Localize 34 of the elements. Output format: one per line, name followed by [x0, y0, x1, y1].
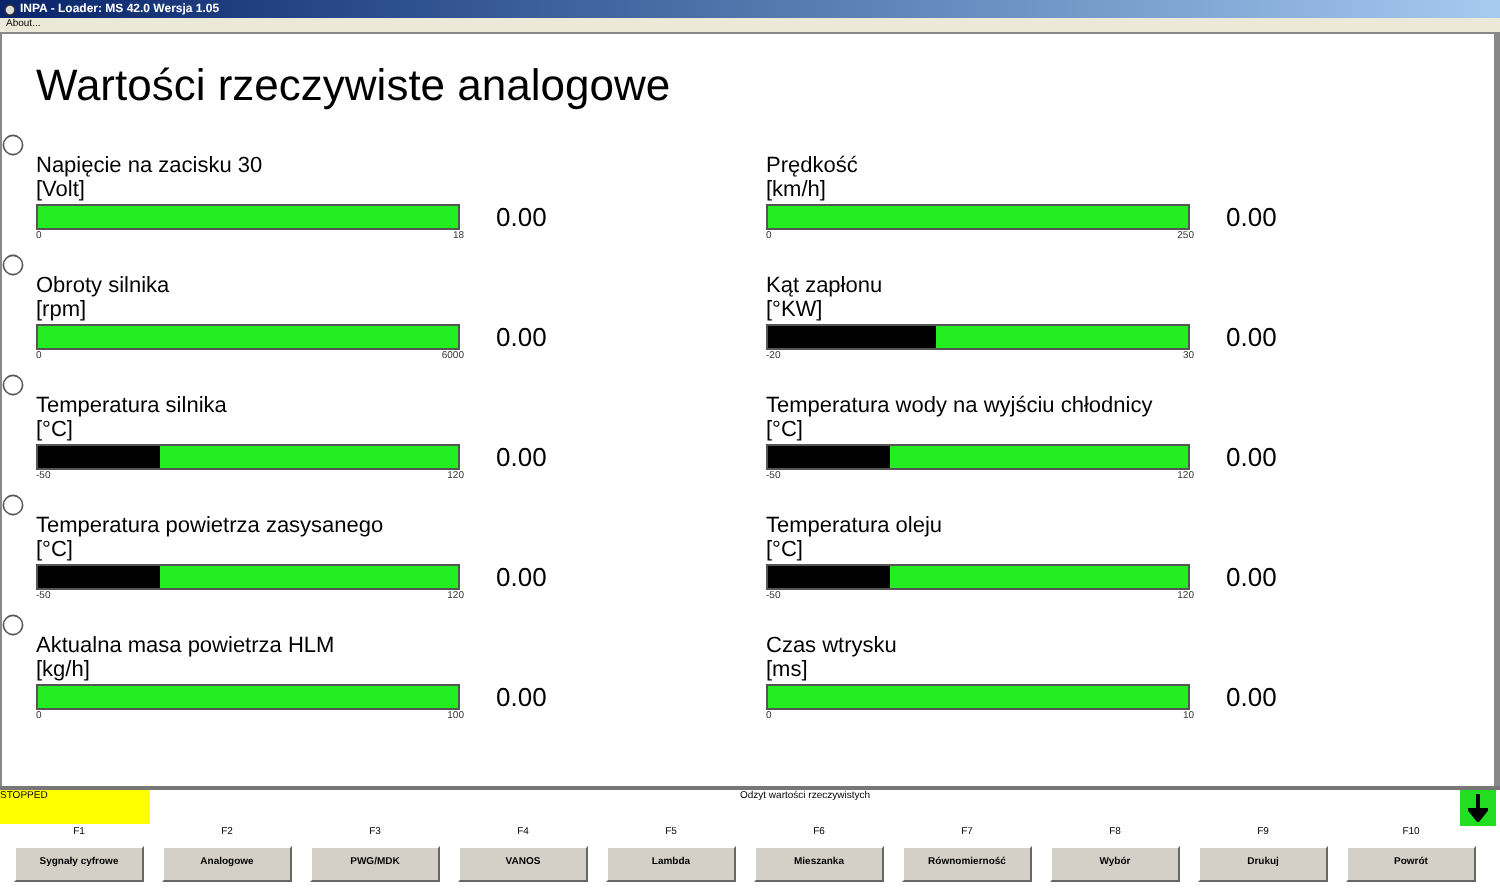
gauge-unit: [°C] — [36, 538, 73, 562]
gauge-label: Kąt zapłonu — [766, 274, 883, 298]
gauge-value: 0.00 — [1226, 204, 1277, 230]
gauge-label: Temperatura oleju — [766, 514, 943, 538]
gauge-unit: [kg/h] — [36, 658, 90, 682]
gauge-label: Czas wtrysku — [766, 634, 897, 658]
gauge-label: Temperatura powietrza zasysanego — [36, 514, 384, 538]
gauge-label: Napięcie na zacisku 30 — [36, 154, 263, 178]
gauge-label: Obroty silnika — [36, 274, 170, 298]
page-title: Wartości rzeczywiste analogowe — [36, 57, 671, 114]
down-arrow-button[interactable] — [1460, 790, 1496, 826]
gauge-unit: [km/h] — [766, 178, 826, 202]
gauge-value: 0.00 — [1226, 444, 1277, 470]
gauge-value: 0.00 — [496, 684, 547, 710]
gauge-unit: [°C] — [36, 418, 73, 442]
gauge-value: 0.00 — [496, 324, 547, 350]
gauge-value: 0.00 — [1226, 684, 1277, 710]
app-icon — [4, 3, 16, 15]
gauge-unit: [ms] — [766, 658, 808, 682]
gauge-value: 0.00 — [496, 444, 547, 470]
gauge-unit: [°C] — [766, 538, 803, 562]
gauge-unit: [°KW] — [766, 298, 823, 322]
gauge-label: Temperatura silnika — [36, 394, 227, 418]
gauge-label: Aktualna masa powietrza HLM — [36, 634, 335, 658]
gauge-unit: [°C] — [766, 418, 803, 442]
gauge-value: 0.00 — [1226, 324, 1277, 350]
gauge-label: Prędkość — [766, 154, 858, 178]
gauge-value: 0.00 — [496, 204, 547, 230]
gauge-label: Temperatura wody na wyjściu chłodnicy — [766, 394, 1153, 418]
gauge-unit: [Volt] — [36, 178, 85, 202]
gauge-value: 0.00 — [496, 564, 547, 590]
gauge-unit: [rpm] — [36, 298, 87, 322]
down-arrow-icon — [1468, 794, 1488, 822]
gauge-value: 0.00 — [1226, 564, 1277, 590]
